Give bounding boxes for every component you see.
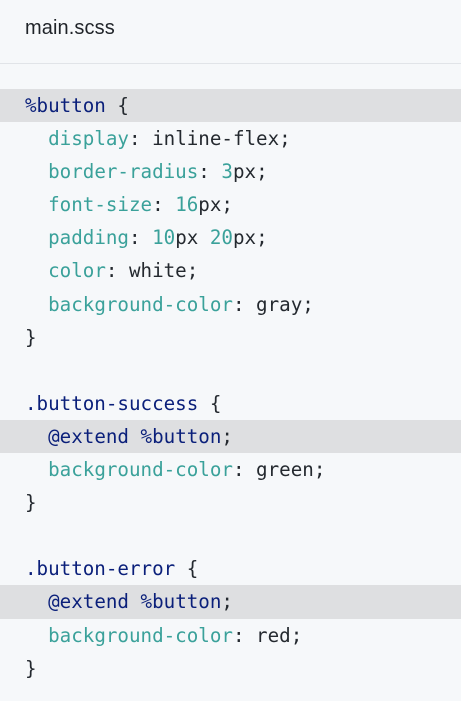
code-line: %button { [0,89,461,123]
code-token: ; [221,424,233,448]
code-line: display: inline-flex; [0,122,461,155]
code-token: ; [221,590,233,614]
code-line: background-color: gray; [0,288,461,321]
file-name: main.scss [25,17,115,39]
code-line: padding: 10px 20px; [0,221,461,254]
code-token: : white; [105,259,199,283]
code-token: color [48,259,106,283]
code-token: { [105,94,129,117]
code-token: display [48,127,129,151]
code-line: } [0,321,461,354]
code-token: { [175,557,199,581]
code-token: background-color [48,623,233,647]
code-token: : [128,226,153,250]
code-token: px; [232,160,268,184]
code-line: .button-error { [0,552,461,585]
code-token: background-color [48,458,233,482]
code-token: border-radius [48,160,199,184]
code-token: } [25,656,37,680]
code-block: %button { display: inline-flex; border-r… [0,89,461,685]
code-token: { [198,391,222,415]
code-line: color: white; [0,254,461,287]
code-token: 3 [221,160,233,184]
code-token: px; [198,193,233,217]
code-token: padding [48,226,129,250]
code-line: background-color: green; [0,453,461,486]
code-token: : gray; [232,292,314,316]
code-token: font-size [48,193,153,217]
code-token: : inline-flex; [128,127,291,151]
code-line: font-size: 16px; [0,188,461,221]
code-line: @extend %button; [0,585,461,619]
code-token: px; [232,226,268,250]
file-header: main.scss [0,0,461,64]
code-token: .button-success [25,391,199,415]
code-token: %button [140,590,222,614]
code-line: @extend %button; [0,419,461,454]
code-token: @extend [48,424,129,448]
code-token: %button [25,94,106,117]
code-line: border-radius: 3px; [0,155,461,188]
code-token: @extend [48,590,129,614]
code-token: 16 [175,193,199,217]
code-snippet-panel: main.scss %button { display: inline-flex… [0,0,461,701]
code-token: : red; [232,623,303,647]
code-line: } [0,486,461,519]
code-token: : [152,193,176,217]
code-token: %button [140,424,222,448]
code-token: px [175,226,210,250]
code-line: } [0,652,461,685]
code-token: } [25,491,37,515]
code-token: 20 [209,226,233,250]
code-token: 10 [152,226,176,250]
code-token: background-color [48,292,233,316]
code-line: background-color: red; [0,619,461,652]
code-token: : [198,160,222,184]
code-token: } [25,325,37,349]
code-token: .button-error [25,557,176,581]
code-token: : green; [232,458,326,482]
code-line: .button-success { [0,387,461,420]
